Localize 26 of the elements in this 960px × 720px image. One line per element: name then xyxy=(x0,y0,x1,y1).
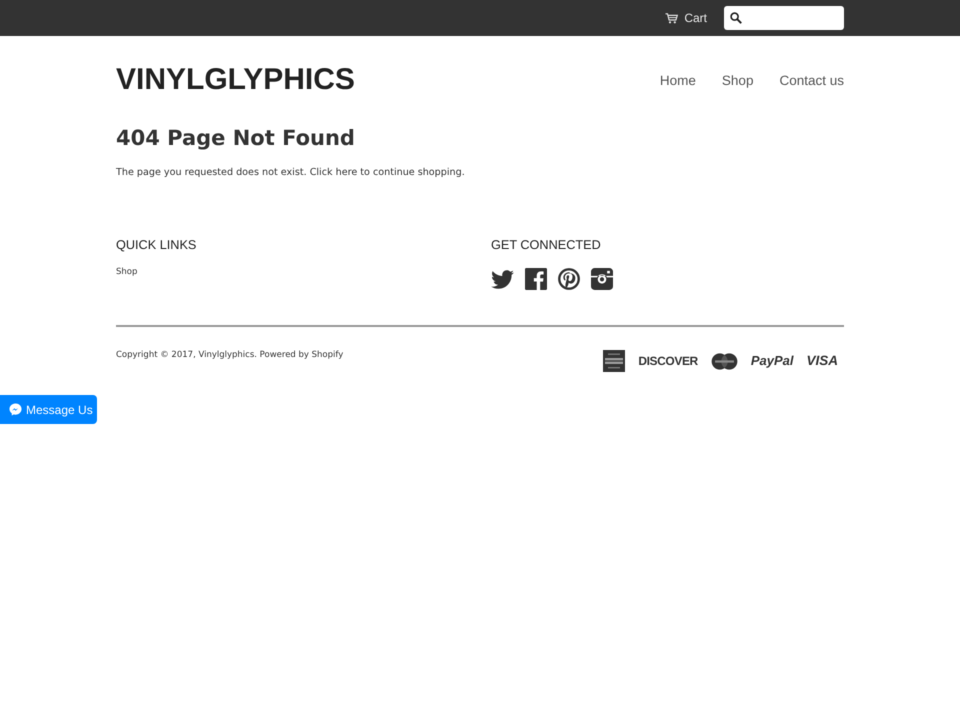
continue-shopping-link[interactable]: here xyxy=(336,167,358,178)
footer-heading: GET CONNECTED xyxy=(491,237,601,253)
footer-link[interactable]: Shop xyxy=(116,264,138,280)
footer-heading: QUICK LINKS xyxy=(116,237,196,253)
twitter-icon[interactable] xyxy=(491,270,514,288)
amex-card-icon xyxy=(603,350,626,372)
messenger-icon xyxy=(9,403,22,416)
cart-link[interactable]: Cart xyxy=(665,11,707,25)
site-logo[interactable]: VINYLGLYPHICS xyxy=(116,58,355,102)
nav-link[interactable]: Contact us xyxy=(779,72,844,88)
search-field[interactable] xyxy=(724,6,844,30)
page-title: 404 Page Not Found xyxy=(116,125,355,151)
search-icon[interactable] xyxy=(730,12,742,24)
instagram-icon[interactable] xyxy=(591,268,613,290)
cart-icon xyxy=(665,12,678,24)
error-message: The page you requested does not exist. Click here to continue shopping. xyxy=(116,166,465,180)
nav-link[interactable]: Shop xyxy=(722,72,754,88)
payment-wordmark: DISCOVER xyxy=(638,353,698,370)
payment-wordmark: PayPal xyxy=(750,352,794,370)
facebook-icon[interactable] xyxy=(525,268,547,290)
mastercard-icon xyxy=(710,352,738,370)
message-us-button[interactable]: Message Us xyxy=(0,395,97,424)
nav-link[interactable]: Home xyxy=(660,72,696,88)
payment-wordmark: VISA xyxy=(806,352,838,370)
copyright-text: Copyright © 2017, Vinylglyphics. Powered by Shopify xyxy=(116,349,344,362)
pinterest-icon[interactable] xyxy=(558,268,580,290)
